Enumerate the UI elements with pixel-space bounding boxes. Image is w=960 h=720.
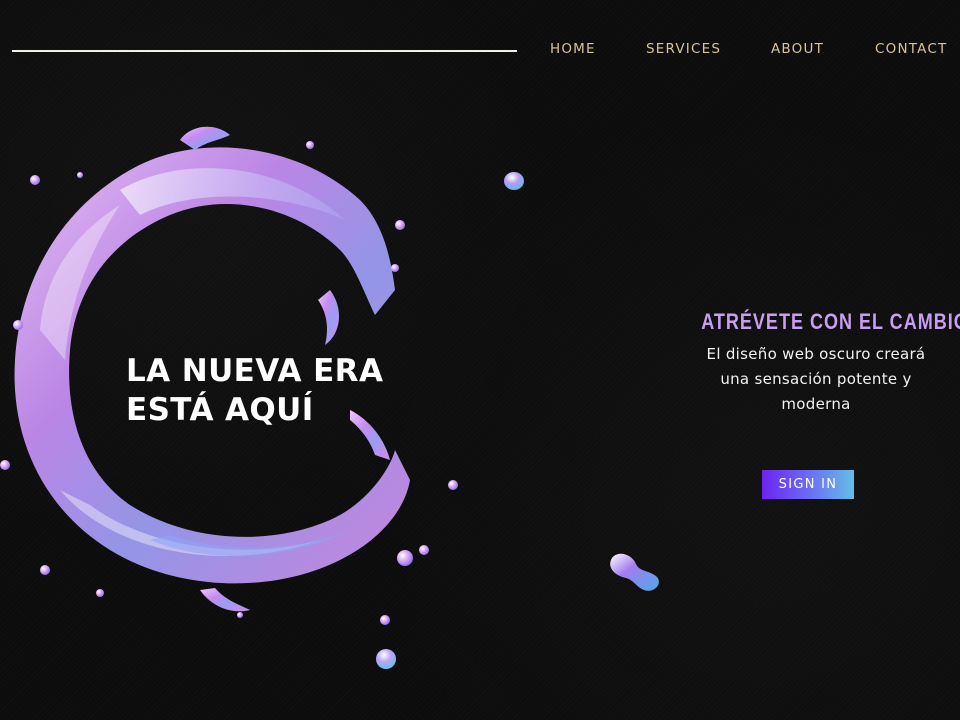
nav-about-link[interactable]: ABOUT [771, 41, 824, 57]
cta-subtitle: ATRÉVETE CON EL CAMBIO [701, 309, 960, 334]
hero-title-line-1: LA NUEVA ERA [126, 353, 384, 389]
nav-services-link[interactable]: SERVICES [646, 41, 721, 57]
hero-title: LA NUEVA ERA ESTÁ AQUÍ [126, 352, 383, 430]
nav-contact-link[interactable]: CONTACT [875, 41, 947, 57]
cta-text-block: ATRÉVETE CON EL CAMBIO El diseño web osc… [676, 308, 960, 417]
main-nav: HOME SERVICES ABOUT CONTACT [550, 41, 955, 63]
floating-bubble-icon [376, 649, 396, 669]
floating-capsule-icon [610, 553, 659, 591]
hero-title-line-2: ESTÁ AQUÍ [126, 392, 314, 428]
floating-bubble-icon [504, 172, 524, 190]
cta-description: El diseño web oscuro creará una sensació… [706, 345, 926, 413]
sign-in-button[interactable]: SIGN IN [762, 470, 854, 499]
nav-home-link[interactable]: HOME [550, 41, 596, 57]
header-divider-line [12, 50, 517, 52]
